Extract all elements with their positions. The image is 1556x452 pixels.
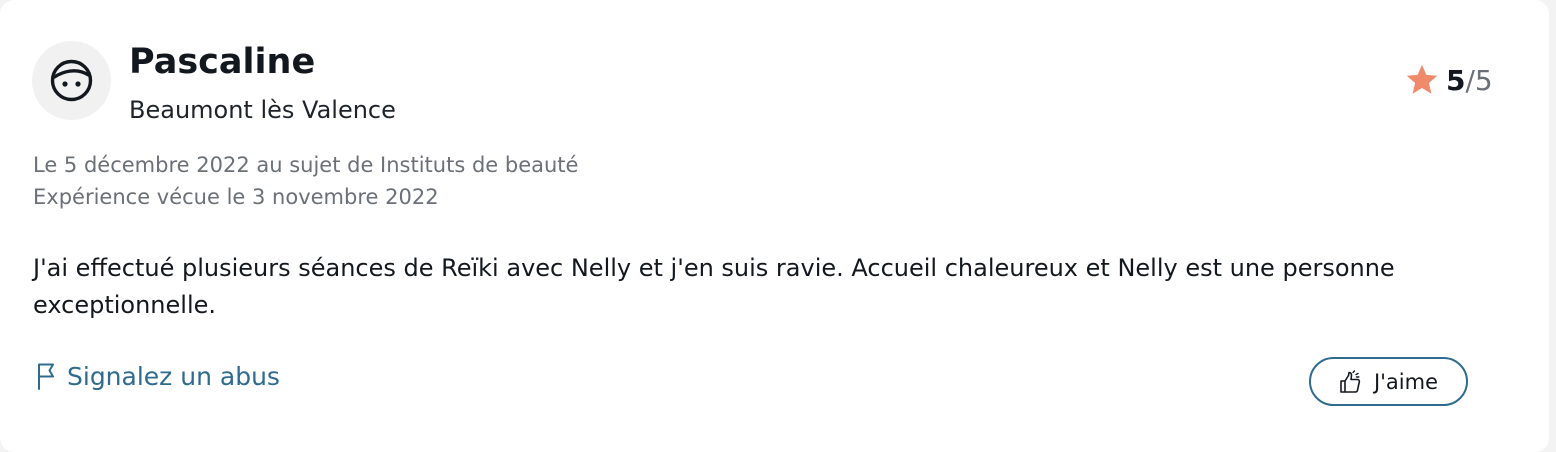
rating-score: 5 — [1446, 63, 1466, 97]
reviewer-name: Pascaline — [129, 42, 316, 82]
star-icon — [1406, 64, 1438, 94]
rating-max: /5 — [1465, 63, 1493, 97]
thumbs-up-icon — [1340, 369, 1361, 393]
review-text: J'ai effectué plusieurs séances de Reïki… — [33, 254, 1395, 319]
like-button-label: J'aime — [1373, 369, 1439, 394]
rating: 5 /5 — [1404, 62, 1493, 98]
like-button[interactable]: J'aime — [1309, 357, 1468, 406]
report-abuse-link[interactable]: Signalez un abus — [36, 358, 280, 394]
experience-date: Expérience vécue le 3 novembre 2022 — [33, 185, 439, 209]
reviewer-location: Beaumont lès Valence — [129, 96, 396, 124]
review-date: Le 5 décembre 2022 au sujet de Instituts… — [33, 153, 579, 177]
review-card: Pascaline Beaumont lès Valence 5 /5 Le 5… — [0, 0, 1549, 452]
avatar — [32, 41, 111, 120]
flag-icon — [38, 363, 54, 390]
face-avatar-icon — [50, 59, 93, 102]
report-abuse-label: Signalez un abus — [67, 361, 280, 391]
